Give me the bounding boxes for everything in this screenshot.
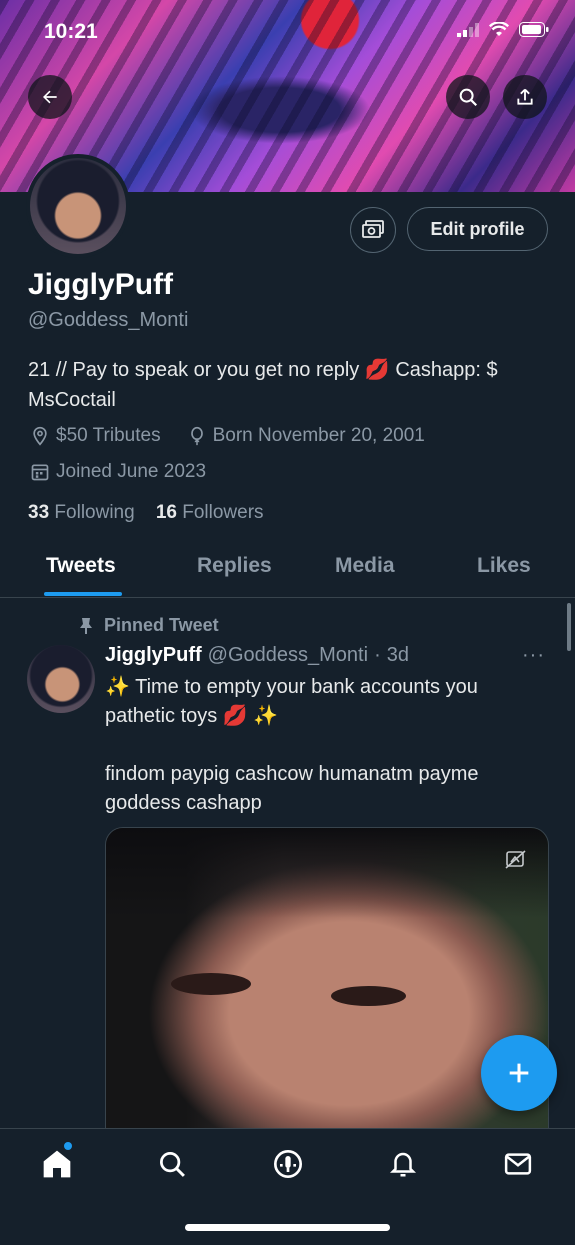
tweet-author-avatar[interactable] <box>27 645 95 713</box>
search-button[interactable] <box>446 75 490 119</box>
balloon-icon <box>190 426 203 446</box>
back-arrow-icon <box>43 90 57 104</box>
tweet-more-button[interactable]: ··· <box>522 644 545 667</box>
tab-likes[interactable]: Likes <box>477 554 531 578</box>
follow-counts: 33 Following 16 Followers <box>28 502 264 524</box>
pinned-tweet-label: Pinned Tweet <box>104 615 219 635</box>
signal-icon <box>457 22 479 37</box>
followers-link[interactable]: 16 Followers <box>156 502 264 523</box>
edit-profile-button[interactable]: Edit profile <box>407 207 548 251</box>
back-button[interactable] <box>28 75 72 119</box>
profile-bio: 21 // Pay to speak or you get no reply 💋… <box>28 359 498 411</box>
nav-search[interactable] <box>155 1147 189 1181</box>
profile-name: JigglyPuff <box>28 268 174 301</box>
tweet-media-image[interactable] <box>105 827 549 1149</box>
following-label: Following <box>54 502 135 523</box>
tweet-text-line-1: ✨ Time to empty your bank accounts you p… <box>105 676 478 727</box>
nav-messages[interactable] <box>501 1147 535 1181</box>
active-tab-indicator <box>44 592 122 596</box>
profile-joined: Joined June 2023 <box>56 461 207 482</box>
tweet-separator: · <box>374 644 381 666</box>
media-detail <box>331 986 406 1006</box>
pinned-tweet-label-row: Pinned Tweet <box>78 615 219 636</box>
home-indicator[interactable] <box>185 1224 390 1231</box>
message-icon <box>362 220 384 238</box>
profile-handle: @Goddess_Monti <box>28 309 189 331</box>
followers-count: 16 <box>155 502 177 523</box>
following-count: 33 <box>28 502 50 523</box>
wifi-icon <box>489 22 509 36</box>
media-detail <box>171 973 251 995</box>
following-link[interactable]: 33 Following <box>28 502 135 523</box>
profile-avatar[interactable] <box>26 154 130 258</box>
tweet-text-line-2: findom paypig cashcow humanatm payme god… <box>105 763 479 814</box>
sensitive-media-icon <box>505 850 526 869</box>
tweet-author-name[interactable]: JigglyPuff <box>105 644 202 667</box>
search-icon <box>160 1152 185 1177</box>
compose-tweet-button[interactable] <box>481 1035 557 1111</box>
search-icon <box>459 88 478 107</box>
profile-joined-row: Joined June 2023 <box>30 461 206 483</box>
tweet-author-handle: @Goddess_Monti <box>207 644 369 666</box>
notifications-icon <box>389 1152 417 1177</box>
plus-icon <box>509 1063 529 1083</box>
spaces-icon <box>274 1150 302 1178</box>
tweet-header: JigglyPuff @Goddess_Monti · 3d <box>105 644 409 667</box>
media-shading <box>106 828 548 918</box>
profile-meta-row: $50 Tributes Born November 20, 2001 <box>30 425 425 447</box>
home-notification-dot <box>64 1142 72 1150</box>
nav-notifications[interactable] <box>386 1147 420 1181</box>
nav-home[interactable] <box>40 1147 74 1181</box>
share-icon <box>517 88 533 105</box>
location-pin-icon <box>33 426 47 446</box>
battery-icon <box>519 22 549 37</box>
tab-media[interactable]: Media <box>335 554 395 578</box>
status-time: 10:21 <box>44 20 98 43</box>
profile-tabs: Tweets Replies Media Likes <box>0 540 575 598</box>
scrollbar[interactable] <box>567 603 571 651</box>
followers-label: Followers <box>182 502 264 523</box>
profile-birthday: Born November 20, 2001 <box>212 425 425 446</box>
home-icon <box>43 1150 71 1178</box>
tweet-text: ✨ Time to empty your bank accounts you p… <box>105 673 545 818</box>
messages-icon <box>504 1153 532 1175</box>
calendar-icon <box>31 464 49 481</box>
status-icons <box>457 22 549 37</box>
pin-icon <box>80 617 92 634</box>
profile-location: $50 Tributes <box>56 425 161 446</box>
share-button[interactable] <box>503 75 547 119</box>
tweet-time: 3d <box>386 644 409 666</box>
nav-spaces[interactable] <box>271 1147 305 1181</box>
tab-tweets[interactable]: Tweets <box>46 554 116 578</box>
message-button[interactable] <box>350 207 396 253</box>
tab-replies[interactable]: Replies <box>197 554 272 578</box>
